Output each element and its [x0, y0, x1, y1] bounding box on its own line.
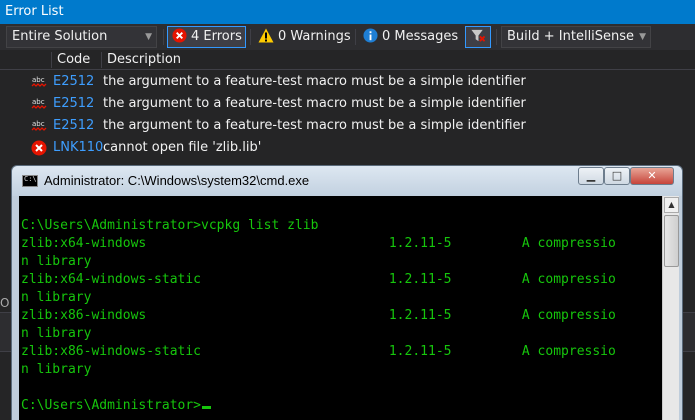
error-row[interactable]: abc E2512 the argument to a feature-test… — [0, 115, 695, 137]
close-icon: ✕ — [647, 169, 657, 182]
intellisense-error-icon: abc — [31, 76, 47, 87]
error-code-link[interactable]: LNK1104 — [53, 137, 103, 159]
column-divider — [101, 52, 102, 68]
maximize-button[interactable]: □ — [604, 167, 630, 185]
error-row[interactable]: LNK1104 cannot open file 'zlib.lib' — [0, 137, 695, 159]
scope-dropdown-label: Entire Solution — [12, 29, 108, 44]
filter-funnel-icon — [471, 29, 486, 42]
cmd-window-title: Administrator: C:\Windows\system32\cmd.e… — [44, 173, 310, 188]
svg-text:abc: abc — [32, 120, 45, 128]
toolbar-divider — [355, 29, 356, 45]
scope-dropdown[interactable]: Entire Solution ▼ — [6, 26, 157, 48]
error-code-link[interactable]: E2512 — [53, 115, 103, 137]
errors-filter-button[interactable]: 4 Errors — [167, 26, 246, 48]
error-description: the argument to a feature-test macro mus… — [103, 96, 526, 111]
console-output[interactable]: C:\Users\Administrator>vcpkg list zlib z… — [19, 196, 662, 420]
maximize-icon: □ — [611, 169, 623, 182]
console-line: zlib:x64-windows 1.2.11-5 A compressio — [21, 236, 616, 251]
warnings-count-label: 0 Warnings — [278, 29, 351, 44]
error-description: cannot open file 'zlib.lib' — [103, 140, 262, 155]
scroll-up-arrow-icon[interactable]: ▲ — [664, 197, 679, 213]
console-line: zlib:x86-windows 1.2.11-5 A compressio — [21, 308, 616, 323]
column-header-row: Code Description — [0, 50, 695, 70]
console-line: n library — [21, 326, 92, 341]
text-cursor — [202, 406, 212, 409]
messages-count-label: 0 Messages — [382, 29, 459, 44]
console-prompt-line[interactable]: C:\Users\Administrator> — [21, 397, 212, 415]
toolbar-divider — [496, 29, 497, 45]
toolbar-divider — [250, 29, 251, 45]
chevron-down-icon: ▼ — [639, 32, 646, 42]
errors-count-label: 4 Errors — [191, 29, 242, 44]
console-line: zlib:x64-windows-static 1.2.11-5 A compr… — [21, 272, 616, 287]
svg-text:abc: abc — [32, 98, 45, 106]
error-code-link[interactable]: E2512 — [53, 71, 103, 93]
cmd-window: Administrator: C:\Windows\system32\cmd.e… — [11, 165, 683, 420]
intellisense-error-icon: abc — [31, 98, 47, 109]
filter-button[interactable] — [465, 26, 491, 48]
svg-text:abc: abc — [32, 76, 45, 84]
console-line: C:\Users\Administrator>vcpkg list zlib — [21, 218, 319, 233]
messages-filter-button[interactable]: 0 Messages — [358, 26, 458, 48]
warning-triangle-icon — [258, 28, 274, 43]
console-app-icon — [22, 175, 38, 187]
build-source-dropdown[interactable]: Build + IntelliSense ▼ — [501, 26, 651, 48]
error-code-link[interactable]: E2512 — [53, 93, 103, 115]
console-prompt: C:\Users\Administrator> — [21, 398, 202, 413]
console-line: n library — [21, 362, 92, 377]
column-header-description[interactable]: Description — [107, 50, 181, 70]
scrollbar-thumb[interactable] — [664, 215, 679, 267]
column-divider — [51, 52, 52, 68]
cmd-titlebar[interactable]: Administrator: C:\Windows\system32\cmd.e… — [12, 166, 682, 196]
column-header-code[interactable]: Code — [57, 50, 90, 70]
error-circle-icon — [31, 140, 47, 156]
warnings-filter-button[interactable]: 0 Warnings — [253, 26, 351, 48]
error-description: the argument to a feature-test macro mus… — [103, 118, 526, 133]
error-row[interactable]: abc E2512 the argument to a feature-test… — [0, 93, 695, 115]
build-source-label: Build + IntelliSense — [507, 29, 635, 44]
error-circle-icon — [172, 28, 187, 43]
minimize-icon: ▁ — [586, 169, 596, 182]
minimize-button[interactable]: ▁ — [578, 167, 604, 185]
error-list-title: Error List — [0, 0, 695, 24]
info-circle-icon — [363, 28, 378, 43]
chevron-down-icon: ▼ — [145, 32, 152, 42]
error-description: the argument to a feature-test macro mus… — [103, 74, 526, 89]
error-list-toolbar: Entire Solution ▼ 4 Errors 0 Warnings 0 … — [0, 24, 695, 50]
toolbar-divider — [163, 29, 164, 45]
console-line: n library — [21, 290, 92, 305]
error-row[interactable]: abc E2512 the argument to a feature-test… — [0, 71, 695, 93]
close-button[interactable]: ✕ — [630, 167, 674, 185]
console-line: zlib:x86-windows-static 1.2.11-5 A compr… — [21, 344, 616, 359]
intellisense-error-icon: abc — [31, 120, 47, 131]
vertical-scrollbar[interactable]: ▲ — [662, 196, 679, 420]
console-line: n library — [21, 254, 92, 269]
